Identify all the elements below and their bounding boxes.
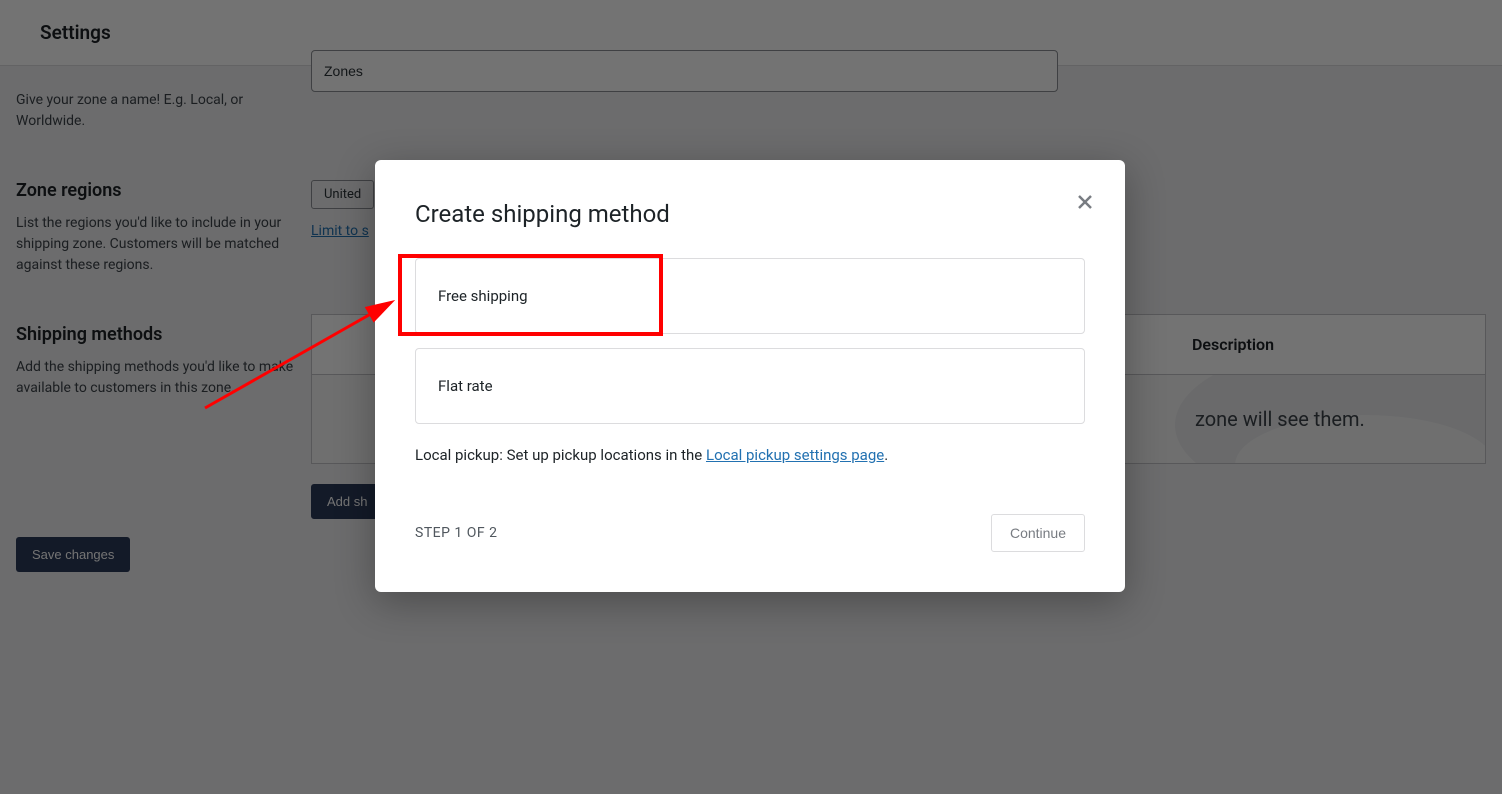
modal-title: Create shipping method [415,200,1085,228]
pickup-settings-link[interactable]: Local pickup settings page [706,446,884,464]
modal-footer: STEP 1 OF 2 Continue [415,514,1085,552]
continue-button[interactable]: Continue [991,514,1085,552]
step-indicator: STEP 1 OF 2 [415,525,497,541]
option-free-shipping[interactable]: Free shipping [415,258,1085,334]
pickup-suffix: . [884,446,888,464]
pickup-note: Local pickup: Set up pickup locations in… [415,446,1085,464]
option-flat-rate[interactable]: Flat rate [415,348,1085,424]
create-shipping-method-modal: Create shipping method Free shipping Fla… [375,160,1125,592]
option-free-label: Free shipping [438,287,528,305]
option-flat-label: Flat rate [438,377,493,395]
pickup-prefix: Local pickup: Set up pickup locations in… [415,446,706,464]
close-icon[interactable] [1077,194,1097,214]
